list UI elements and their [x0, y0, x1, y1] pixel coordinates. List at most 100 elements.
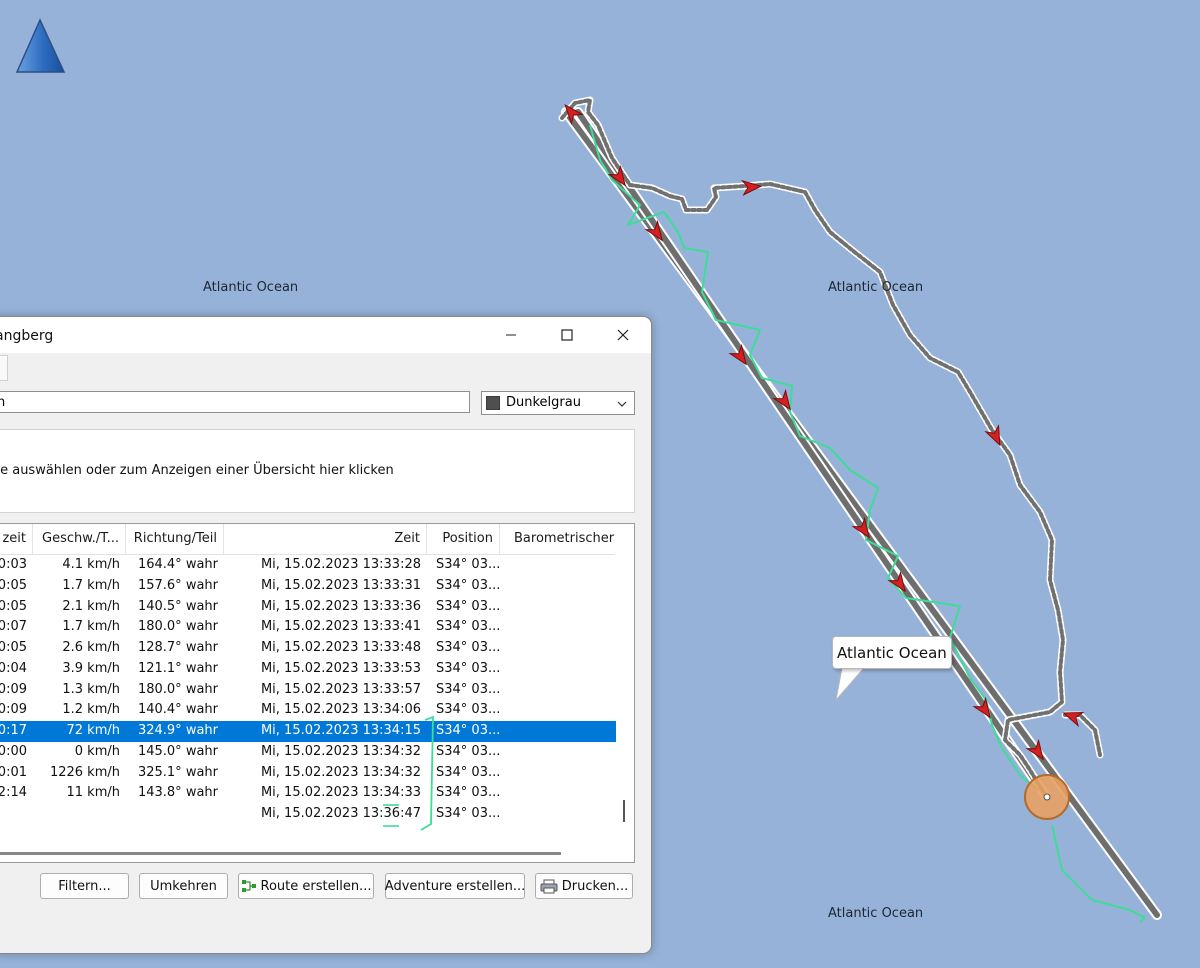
vertical-scroll-thumb[interactable]: [623, 800, 625, 822]
filter-button[interactable]: Filtern...: [40, 873, 129, 899]
cell-speed: 0 km/h: [74, 743, 120, 759]
map-label-ocean: Atlantic Ocean: [828, 906, 924, 921]
cell-direction: 143.8° wahr: [137, 785, 218, 801]
cell-time: Mi, 15.02.2023 13:33:53: [260, 660, 421, 676]
cell-time: Mi, 15.02.2023 13:34:06: [260, 702, 421, 718]
color-select[interactable]: Dunkelgrau: [481, 391, 635, 415]
table-row[interactable]: 0:05 2.6 km/h 128.7° wahr Mi, 15.02.2023…: [0, 638, 617, 659]
cell-duration: 0:01: [0, 764, 27, 780]
cell-duration: 0:00: [0, 743, 27, 759]
close-icon: [617, 329, 629, 341]
column-header-position[interactable]: Position: [427, 524, 500, 554]
table-body: 0:03 4.1 km/h 164.4° wahr Mi, 15.02.2023…: [0, 555, 617, 825]
position-marker[interactable]: [1024, 774, 1070, 820]
color-select-value: Dunkelgrau: [506, 395, 581, 410]
cell-direction: 140.5° wahr: [137, 598, 218, 614]
create-route-button[interactable]: Route erstellen...: [238, 873, 374, 899]
cell-speed: 1226 km/h: [49, 764, 120, 780]
cell-time: Mi, 15.02.2023 13:33:31: [260, 577, 421, 593]
color-swatch: [486, 396, 500, 410]
cell-speed: 2.6 km/h: [62, 640, 120, 655]
cell-direction: 157.6° wahr: [137, 577, 218, 593]
north-arrow-icon[interactable]: [15, 18, 66, 73]
cell-direction: 324.9° wahr: [137, 723, 218, 738]
column-header-duration[interactable]: zeit: [0, 524, 33, 554]
vertical-scrollbar[interactable]: [616, 524, 634, 862]
cell-time: Mi, 15.02.2023 13:36:47: [260, 806, 421, 821]
cell-direction: 325.1° wahr: [137, 764, 218, 780]
table-row[interactable]: 0:04 3.9 km/h 121.1° wahr Mi, 15.02.2023…: [0, 659, 617, 680]
map-label-ocean: Atlantic Ocean: [828, 280, 924, 295]
title-bar[interactable]: angberg: [0, 317, 651, 353]
horizontal-scrollbar[interactable]: [0, 847, 617, 861]
cell-time: Mi, 15.02.2023 13:33:41: [260, 619, 421, 635]
tab-properties[interactable]: [0, 355, 8, 381]
cell-duration: 0:09: [0, 702, 27, 718]
cell-position: S34° 03...: [436, 577, 500, 593]
cell-position: S34° 03...: [436, 598, 500, 614]
table-row[interactable]: Mi, 15.02.2023 13:36:47 S34° 03...: [0, 804, 617, 825]
cell-position: S34° 03...: [436, 743, 500, 759]
cell-time: Mi, 15.02.2023 13:33:28: [260, 557, 421, 572]
table-row[interactable]: 0:03 4.1 km/h 164.4° wahr Mi, 15.02.2023…: [0, 555, 617, 576]
table-header: zeit Geschw./T... Richtung/Teil Zeit Pos…: [0, 524, 615, 555]
cell-time: Mi, 15.02.2023 13:33:48: [260, 640, 421, 655]
cell-speed: [33, 804, 126, 825]
table-row[interactable]: 2:14 11 km/h 143.8° wahr Mi, 15.02.2023 …: [0, 783, 617, 804]
track-points-table[interactable]: zeit Geschw./T... Richtung/Teil Zeit Pos…: [0, 523, 635, 863]
reverse-button-label: Umkehren: [150, 878, 217, 894]
maximize-button[interactable]: [539, 317, 595, 353]
minimize-button[interactable]: [483, 317, 539, 353]
horizontal-scroll-thumb[interactable]: [0, 852, 561, 855]
cell-direction: 180.0° wahr: [137, 619, 218, 635]
table-row[interactable]: 0:05 1.7 km/h 157.6° wahr Mi, 15.02.2023…: [0, 576, 617, 597]
table-row[interactable]: 0:01 1226 km/h 325.1° wahr Mi, 15.02.202…: [0, 763, 617, 784]
cell-direction: 121.1° wahr: [137, 660, 218, 676]
close-button[interactable]: [595, 317, 651, 353]
cell-speed: 1.2 km/h: [62, 702, 120, 718]
cell-position: S34° 03...: [436, 660, 500, 676]
table-row[interactable]: 0:05 2.1 km/h 140.5° wahr Mi, 15.02.2023…: [0, 597, 617, 618]
table-row[interactable]: 0:09 1.3 km/h 180.0° wahr Mi, 15.02.2023…: [0, 680, 617, 701]
column-header-direction[interactable]: Richtung/Teil: [126, 524, 224, 554]
cell-speed: 4.1 km/h: [62, 557, 120, 572]
cell-speed: 1.7 km/h: [62, 619, 120, 635]
cell-duration: 0:17: [0, 723, 27, 738]
column-header-barometric[interactable]: Barometrischer D: [500, 524, 615, 554]
cell-position: S34° 03...: [436, 785, 500, 801]
cell-time: Mi, 15.02.2023 13:34:15: [260, 723, 421, 738]
cell-duration: [0, 804, 33, 825]
cell-speed: 1.7 km/h: [62, 577, 120, 593]
chevron-down-icon: [617, 401, 627, 407]
map-callout: Atlantic Ocean: [832, 636, 952, 669]
summary-hint: te auswählen oder zum Anzeigen einer Übe…: [0, 463, 394, 478]
cell-duration: 0:04: [0, 660, 27, 676]
cell-position: S34° 03...: [436, 557, 500, 572]
table-row-selected[interactable]: 0:17 72 km/h 324.9° wahr Mi, 15.02.2023 …: [0, 721, 617, 742]
cell-position: S34° 03...: [436, 640, 500, 655]
table-row[interactable]: 0:00 0 km/h 145.0° wahr Mi, 15.02.2023 1…: [0, 742, 617, 763]
track-summary-panel[interactable]: te auswählen oder zum Anzeigen einer Übe…: [0, 429, 635, 513]
cell-time: Mi, 15.02.2023 13:33:36: [260, 598, 421, 614]
map-label-ocean: Atlantic Ocean: [203, 280, 299, 295]
cell-time: Mi, 15.02.2023 13:33:57: [260, 681, 421, 697]
cell-time: Mi, 15.02.2023 13:34:33: [260, 785, 421, 801]
table-row[interactable]: 0:09 1.2 km/h 140.4° wahr Mi, 15.02.2023…: [0, 700, 617, 721]
route-icon: [241, 880, 256, 892]
print-button[interactable]: Drucken...: [535, 873, 633, 899]
column-header-speed[interactable]: Geschw./T...: [33, 524, 126, 554]
create-adventure-button[interactable]: Adventure erstellen...: [385, 873, 525, 899]
maximize-icon: [561, 329, 573, 341]
column-header-time[interactable]: Zeit: [224, 524, 427, 554]
cell-position: S34° 03...: [436, 723, 500, 738]
printer-icon: [540, 879, 558, 893]
cell-direction: 145.0° wahr: [137, 743, 218, 759]
cell-position: S34° 03...: [436, 619, 500, 635]
create-route-button-label: Route erstellen...: [260, 878, 372, 894]
table-row[interactable]: 0:07 1.7 km/h 180.0° wahr Mi, 15.02.2023…: [0, 617, 617, 638]
cell-speed: 11 km/h: [66, 785, 121, 801]
cell-duration: 2:14: [0, 785, 27, 801]
track-name-input[interactable]: n: [0, 391, 470, 413]
cell-duration: 0:09: [0, 681, 27, 697]
reverse-button[interactable]: Umkehren: [139, 873, 228, 899]
